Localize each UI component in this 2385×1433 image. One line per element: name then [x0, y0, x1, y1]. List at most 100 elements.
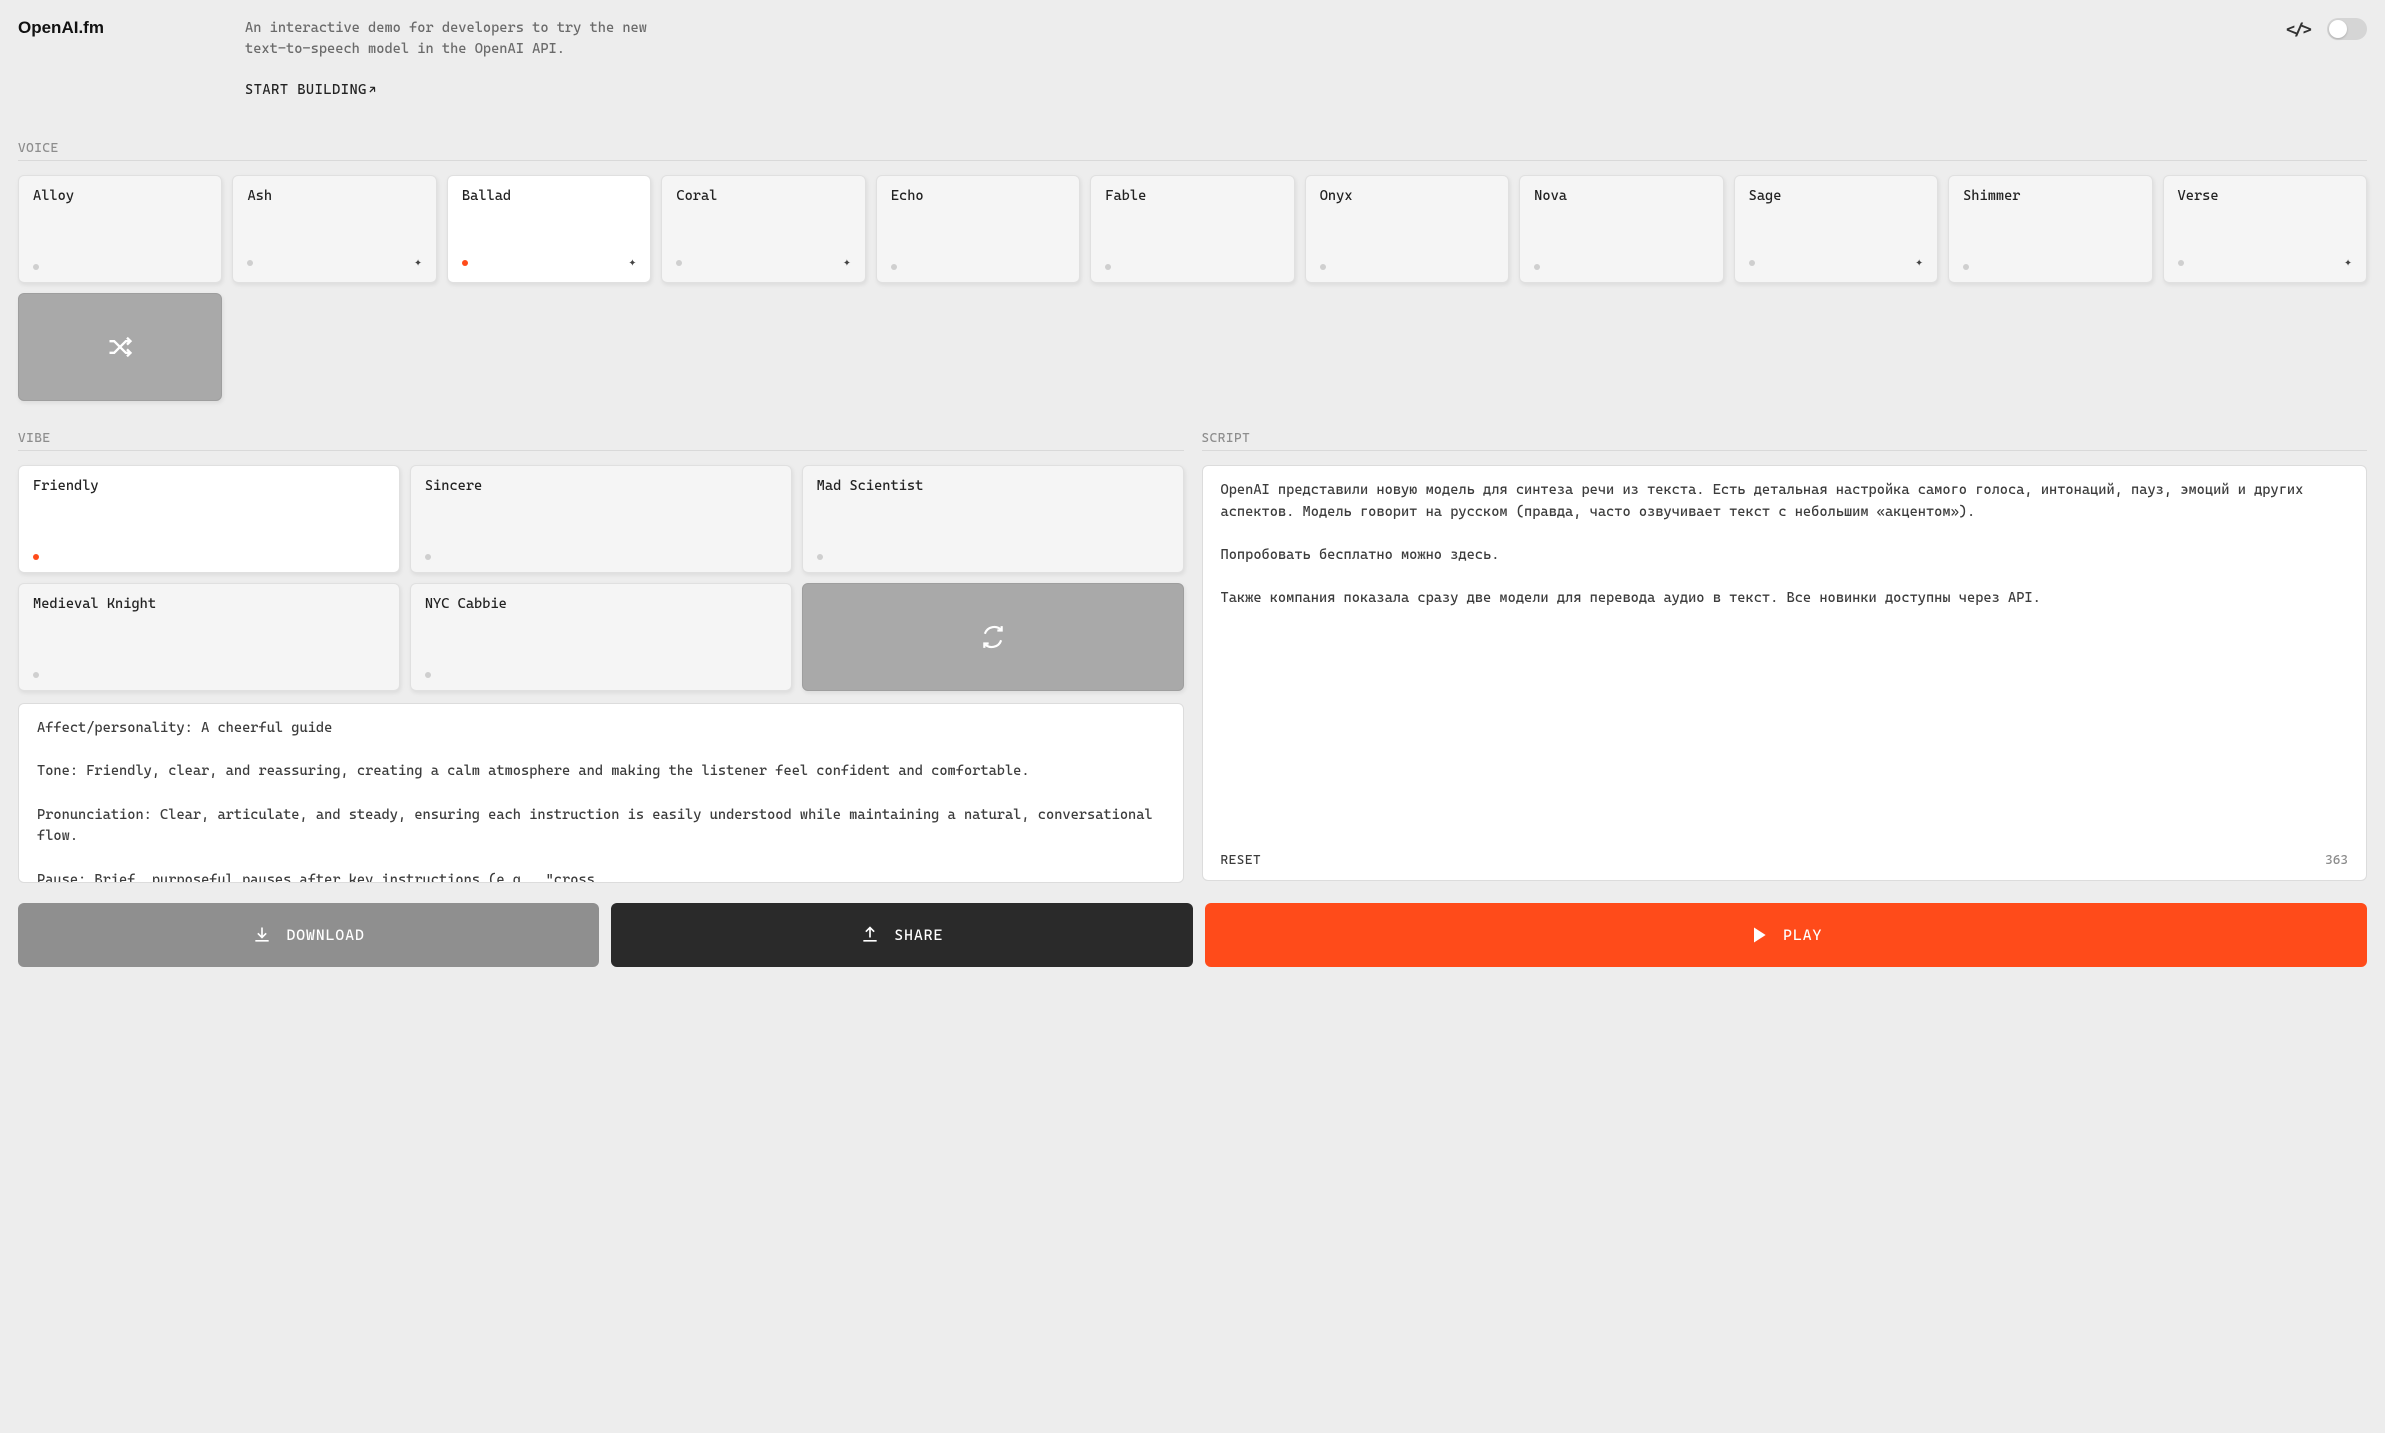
selected-dot	[1320, 264, 1326, 270]
voice-name: Coral	[676, 188, 850, 204]
selected-dot	[462, 260, 468, 266]
script-column: SCRIPT OpenAI представили новую модель д…	[1202, 431, 2368, 883]
play-label: PLAY	[1783, 926, 1822, 944]
voice-card-footer: ✦	[247, 255, 421, 270]
play-button[interactable]: PLAY	[1205, 903, 2368, 967]
char-count: 363	[2325, 853, 2348, 868]
shuffle-icon	[106, 333, 134, 361]
sparkle-icon: ✦	[2344, 255, 2352, 270]
intro-description: An interactive demo for developers to tr…	[245, 18, 675, 60]
intro-block: An interactive demo for developers to tr…	[245, 18, 675, 101]
share-button[interactable]: SHARE	[611, 903, 1192, 967]
selected-dot	[425, 672, 431, 678]
reset-button[interactable]: RESET	[1221, 853, 1262, 868]
sparkle-icon: ✦	[414, 255, 422, 270]
vibe-card-friendly[interactable]: Friendly	[18, 465, 400, 573]
voice-card-footer	[891, 264, 1065, 270]
voice-card-onyx[interactable]: Onyx	[1305, 175, 1509, 283]
voice-card-alloy[interactable]: Alloy	[18, 175, 222, 283]
header: OpenAI.fm An interactive demo for develo…	[18, 18, 2367, 101]
voice-card-ash[interactable]: Ash ✦	[232, 175, 436, 283]
sparkle-icon: ✦	[843, 255, 851, 270]
voice-name: Shimmer	[1963, 188, 2137, 204]
voice-card-footer: ✦	[1749, 255, 1923, 270]
toggle-knob	[2329, 20, 2347, 38]
selected-dot	[2178, 260, 2184, 266]
download-label: DOWNLOAD	[286, 926, 364, 944]
selected-dot	[425, 554, 431, 560]
voice-card-footer	[1105, 264, 1279, 270]
voice-list: Alloy Ash ✦ Ballad ✦ Coral ✦ Echo Fable Onyx Nova S…	[18, 175, 2367, 401]
vibe-card-footer	[33, 554, 385, 560]
code-icon[interactable]: </>	[2285, 20, 2313, 39]
voice-card-nova[interactable]: Nova	[1519, 175, 1723, 283]
vibe-name: Friendly	[33, 478, 385, 494]
play-icon	[1749, 924, 1769, 946]
voice-name: Verse	[2178, 188, 2352, 204]
app-logo: OpenAI.fm	[18, 18, 245, 38]
vibe-card-footer	[425, 672, 777, 678]
voice-card-coral[interactable]: Coral ✦	[661, 175, 865, 283]
vibe-section-label: VIBE	[18, 431, 1184, 451]
selected-dot	[817, 554, 823, 560]
selected-dot	[1963, 264, 1969, 270]
voice-card-shimmer[interactable]: Shimmer	[1948, 175, 2152, 283]
voice-name: Nova	[1534, 188, 1708, 204]
voice-name: Ash	[247, 188, 421, 204]
shuffle-voice-button[interactable]	[18, 293, 222, 401]
vibe-details-pane[interactable]: Affect/personality: A cheerful guide Ton…	[18, 703, 1184, 883]
selected-dot	[33, 554, 39, 560]
script-section-label: SCRIPT	[1202, 431, 2368, 451]
selected-dot	[891, 264, 897, 270]
vibe-name: Medieval Knight	[33, 596, 385, 612]
vibe-name: Mad Scientist	[817, 478, 1169, 494]
voice-card-footer: ✦	[676, 255, 850, 270]
voice-name: Ballad	[462, 188, 636, 204]
vibe-details-text: Affect/personality: A cheerful guide Ton…	[19, 704, 1183, 883]
share-label: SHARE	[894, 926, 943, 944]
voice-card-footer	[1963, 264, 2137, 270]
vibe-list: Friendly Sincere Mad Scientist Medieval Kni…	[18, 465, 1184, 691]
voice-card-fable[interactable]: Fable	[1090, 175, 1294, 283]
refresh-vibes-button[interactable]	[802, 583, 1184, 691]
selected-dot	[1749, 260, 1755, 266]
download-button[interactable]: DOWNLOAD	[18, 903, 599, 967]
share-icon	[860, 925, 880, 945]
sparkle-icon: ✦	[1915, 255, 1923, 270]
voice-name: Onyx	[1320, 188, 1494, 204]
action-bar: DOWNLOAD SHARE PLAY	[18, 903, 2367, 967]
voice-card-ballad[interactable]: Ballad ✦	[447, 175, 651, 283]
voice-name: Alloy	[33, 188, 207, 204]
vibe-name: NYC Cabbie	[425, 596, 777, 612]
selected-dot	[676, 260, 682, 266]
selected-dot	[1105, 264, 1111, 270]
voice-card-echo[interactable]: Echo	[876, 175, 1080, 283]
voice-card-footer	[1320, 264, 1494, 270]
refresh-icon	[980, 624, 1006, 650]
selected-dot	[33, 264, 39, 270]
vibe-card-footer	[817, 554, 1169, 560]
selected-dot	[1534, 264, 1540, 270]
vibe-column: VIBE Friendly Sincere Mad Scientist Medieva…	[18, 431, 1184, 883]
voice-section-label: VOICE	[18, 141, 2367, 161]
selected-dot	[33, 672, 39, 678]
voice-name: Echo	[891, 188, 1065, 204]
start-building-link[interactable]: START BUILDING→	[245, 80, 675, 101]
voice-card-footer	[33, 264, 207, 270]
vibe-card-footer	[33, 672, 385, 678]
download-icon	[252, 925, 272, 945]
voice-card-sage[interactable]: Sage✦	[1734, 175, 1938, 283]
vibe-name: Sincere	[425, 478, 777, 494]
voice-card-footer	[1534, 264, 1708, 270]
selected-dot	[247, 260, 253, 266]
script-textarea[interactable]: OpenAI представили новую модель для синт…	[1203, 466, 2367, 843]
vibe-card-mad-scientist[interactable]: Mad Scientist	[802, 465, 1184, 573]
theme-toggle[interactable]	[2327, 18, 2367, 40]
sparkle-icon: ✦	[629, 255, 637, 270]
vibe-card-medieval-knight[interactable]: Medieval Knight	[18, 583, 400, 691]
start-building-label: START BUILDING	[245, 82, 367, 98]
script-pane: OpenAI представили новую модель для синт…	[1202, 465, 2368, 881]
vibe-card-sincere[interactable]: Sincere	[410, 465, 792, 573]
voice-card-verse[interactable]: Verse ✦	[2163, 175, 2367, 283]
vibe-card-nyc-cabbie[interactable]: NYC Cabbie	[410, 583, 792, 691]
